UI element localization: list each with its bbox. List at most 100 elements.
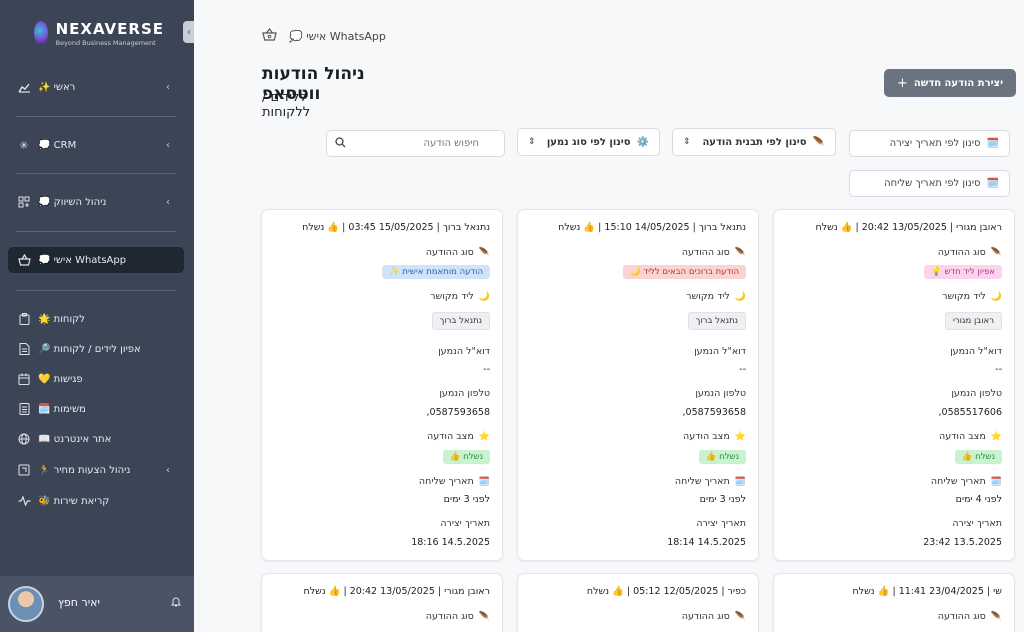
linked-lead-chip[interactable]: נתנאל ברוך	[431, 312, 490, 330]
recipient-email-value: --	[995, 364, 1002, 375]
moon-icon: 🌙	[478, 292, 490, 302]
linked-lead-label: 🌙ליד מקושר	[430, 291, 490, 302]
avatar[interactable]	[8, 586, 44, 622]
feather-icon: 🪶	[990, 248, 1002, 258]
status-badge: נשלח 👍	[698, 450, 746, 464]
chevron-up-down-icon: ⇕	[683, 137, 691, 147]
feather-icon: 🪶	[734, 612, 746, 622]
filter-label: סינון לפי תאריך שליחה	[884, 178, 981, 189]
recipient-phone-value: 0587593658,	[426, 407, 490, 418]
sidebar-item-label: לקוחות 🌟	[38, 313, 85, 325]
created-date-value: 14.5.2025 18:14	[667, 537, 746, 548]
moon-icon: 🌙	[990, 292, 1002, 302]
search-box[interactable]	[326, 130, 543, 157]
sent-date-label: 🗓️תאריך שליחה	[674, 476, 746, 487]
basket-icon[interactable]	[262, 28, 277, 45]
search-input[interactable]	[354, 138, 543, 149]
recipient-phone-label: טלפון הנמען	[439, 388, 490, 399]
chevron-left-icon: ‹	[187, 26, 191, 38]
sidebar-item-crm[interactable]: ✳ CRM 💭 ›	[8, 132, 184, 158]
message-card[interactable]: ראובן מגורי | 13/05/2025 20:42 | 👍 נשלח …	[773, 209, 1015, 561]
sent-date-label: 🗓️תאריך שליחה	[418, 476, 490, 487]
feather-icon: 🪶	[990, 612, 1002, 622]
message-card[interactable]: כפיר | 12/05/2025 05:12 | 👍 נשלח 🪶סוג הה…	[517, 573, 759, 632]
linked-lead-label: 🌙ליד מקושר	[942, 291, 1002, 302]
sidebar-item-label: ניהול השיווק 💭	[38, 196, 107, 208]
created-date-filter[interactable]: 🗓️ סינון לפי תאריך יצירה	[849, 130, 1010, 157]
message-type-label: 🪶סוג ההודעה	[681, 611, 746, 622]
sidebar-item-website[interactable]: אתר אינטרנט 📖	[8, 426, 184, 452]
card-header: ראובן מגורי | 13/05/2025 20:42 | 👍 נשלח	[815, 222, 1002, 233]
sidebar: NEXAVERSE Beyond Business Management ‹ ר…	[0, 0, 195, 632]
sidebar-item-quotes[interactable]: ניהול הצעות מחיר 🏃 ›	[8, 457, 184, 483]
sidebar-item-customers[interactable]: לקוחות 🌟	[8, 306, 184, 332]
created-date-label: תאריך יצירה	[440, 518, 490, 529]
linked-lead-chip[interactable]: נתנאל ברוך	[687, 312, 746, 330]
created-date-value: 13.5.2025 23:42	[923, 537, 1002, 548]
message-card[interactable]: נתנאל ברוך | 15/05/2025 03:45 | 👍 נשלח 🪶…	[261, 209, 503, 561]
calendar-icon	[17, 372, 31, 386]
message-type-label: 🪶סוג ההודעה	[425, 611, 490, 622]
calendar-icon: 🗓️	[986, 138, 999, 149]
breadcrumb-item[interactable]: WhatsApp אישי 💭	[289, 30, 386, 43]
template-filter[interactable]: 🪶 סינון לפי תבנית הודעה ⇕	[672, 128, 836, 156]
sidebar-item-label: אפיון לידים / לקוחות 🔎	[38, 343, 141, 355]
sidebar-item-marketing[interactable]: ניהול השיווק 💭 ›	[8, 189, 184, 215]
calendar-icon: 🗓️	[986, 178, 999, 189]
message-card[interactable]: ראובן מגורי | 13/05/2025 20:42 | 👍 נשלח …	[261, 573, 503, 632]
sidebar-item-home[interactable]: ראשי ✨ ›	[8, 74, 184, 100]
divider	[16, 231, 176, 232]
plus-icon: +	[896, 75, 908, 91]
sidebar-item-characterization[interactable]: אפיון לידים / לקוחות 🔎	[8, 336, 184, 362]
user-bar: יאיר חפץ	[0, 576, 194, 632]
card-header: נתנאל ברוך | 15/05/2025 03:45 | 👍 נשלח	[302, 222, 490, 233]
breadcrumb: WhatsApp אישי 💭	[262, 28, 386, 45]
sidebar-item-meetings[interactable]: פגישות 💛	[8, 366, 184, 392]
recipient-email-label: דוא"ל הנמען	[694, 346, 746, 357]
clipboard-icon	[17, 312, 31, 326]
created-date-value: 14.5.2025 18:16	[411, 537, 490, 548]
created-date-label: תאריך יצירה	[952, 518, 1002, 529]
sidebar-item-label: משימות 🗓️	[38, 403, 86, 415]
card-header: כפיר | 12/05/2025 05:12 | 👍 נשלח	[586, 586, 746, 597]
recipient-email-label: דוא"ל הנמען	[438, 346, 490, 357]
bell-icon[interactable]	[170, 596, 182, 610]
recipient-phone-value: 0585517606,	[938, 407, 1002, 418]
message-card[interactable]: נתנאל ברוך | 14/05/2025 15:10 | 👍 נשלח 🪶…	[517, 209, 759, 561]
sidebar-item-label: פגישות 💛	[38, 373, 83, 385]
message-type-chip: הודעת ברוכים הבאים לליד 🌙	[623, 265, 746, 279]
basket-icon	[17, 253, 31, 267]
recipient-email-value: --	[739, 364, 746, 375]
divider	[16, 116, 176, 117]
new-message-button[interactable]: יצירת הודעה חדשה +	[884, 69, 1016, 97]
sent-date-filter[interactable]: 🗓️ סינון לפי תאריך שליחה	[849, 170, 1010, 197]
sent-date-value: לפני 4 ימים	[955, 494, 1002, 505]
divider	[16, 290, 176, 291]
sidebar-item-whatsapp[interactable]: WhatsApp אישי 💭	[8, 247, 184, 273]
sent-date-value: לפני 3 ימים	[699, 494, 746, 505]
recipient-phone-label: טלפון הנמען	[695, 388, 746, 399]
star-icon: ⭐	[734, 432, 746, 442]
message-type-chip: אפיון ליד חדש 💡	[924, 265, 1002, 279]
message-card[interactable]: שי | 23/04/2025 11:41 | 👍 נשלח 🪶סוג ההוד…	[773, 573, 1015, 632]
linked-lead-chip[interactable]: ראובן מגורי	[944, 312, 1002, 330]
globe-icon	[17, 432, 31, 446]
feather-icon: 🪶	[478, 612, 490, 622]
gear-icon: ⚙️	[636, 136, 649, 148]
sidebar-item-label: ניהול הצעות מחיר 🏃	[38, 464, 131, 476]
sidebar-item-tasks[interactable]: משימות 🗓️	[8, 396, 184, 422]
calendar-icon: 🗓️	[478, 477, 490, 487]
filter-label: סינון לפי תבנית הודעה	[702, 136, 807, 148]
calendar-icon: 🗓️	[734, 477, 746, 487]
recipient-email-label: דוא"ל הנמען	[950, 346, 1002, 357]
star-icon: ⭐	[990, 432, 1002, 442]
sidebar-item-label: אתר אינטרנט 📖	[38, 433, 112, 445]
list-icon	[17, 402, 31, 416]
card-header: ראובן מגורי | 13/05/2025 20:42 | 👍 נשלח	[303, 586, 490, 597]
sidebar-item-service-call[interactable]: קריאת שירות 🐝	[8, 488, 184, 514]
feather-icon: 🪶	[812, 136, 825, 148]
logo: NEXAVERSE Beyond Business Management	[34, 18, 164, 48]
recipient-type-filter[interactable]: ⚙️ סינון לפי סוג נמען ⇕	[517, 128, 660, 156]
status-badge: נשלח 👍	[954, 450, 1002, 464]
quote-icon	[17, 463, 31, 477]
